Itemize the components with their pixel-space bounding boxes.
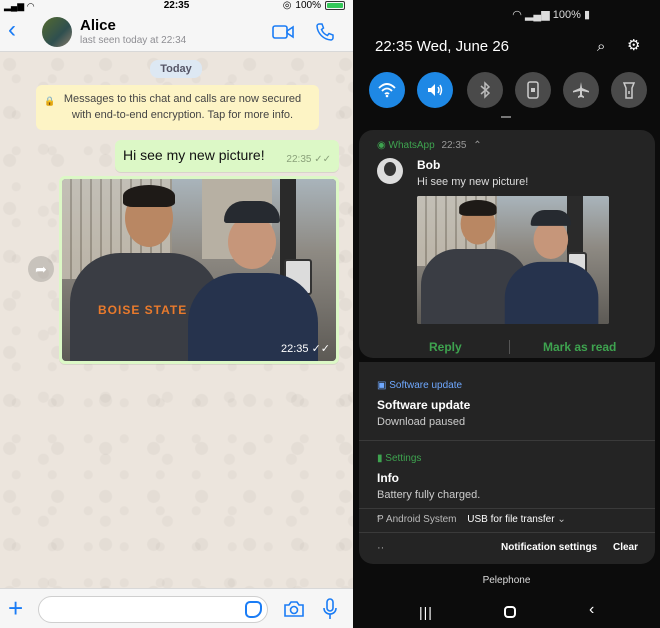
clear-button[interactable]: Clear [613,542,638,553]
chat-header: ‹ Alice last seen today at 22:34 [0,12,353,52]
mark-as-read-button[interactable]: Mark as read [543,340,616,354]
notification-app-name: WhatsApp [388,140,435,151]
settings-app: Settings [385,453,422,464]
software-update-app-row: ▣ Software update [377,380,462,391]
notification-group: ▣ Software update Software update Downlo… [359,362,655,564]
sender-avatar [377,158,403,184]
android-status-bar: ◠ ▂▄▆ 100% ▮ [353,8,660,21]
shirt-logo-text: BOISE STATE [98,303,188,317]
photo-meta: 22:35 ✓✓ [281,342,330,355]
android-system-notification[interactable]: Ᵽ Android System USB for file transfer ⌄ [377,514,566,525]
photo-time: 22:35 [280,343,309,355]
carrier-label: Pelephone [482,575,531,586]
contact-avatar[interactable] [42,17,72,47]
actions-divider [509,340,510,354]
bluetooth-icon [480,81,491,99]
ios-status-bar: ▂▄▆ ◠ 22:35 ◎ 100% [0,0,353,12]
flashlight-icon [622,82,636,99]
android-battery-label: 100% [552,9,581,21]
search-icon[interactable]: ⌕ [597,38,605,55]
notification-photo-image [417,196,609,324]
ios-whatsapp-chat: ▂▄▆ ◠ 22:35 ◎ 100% ‹ Alice last seen tod… [0,0,353,628]
notification-divider [359,440,655,441]
chevron-up-icon[interactable]: ⌃ [473,140,481,151]
more-dots: ·· [377,542,385,554]
forward-icon[interactable]: ➦ [28,256,54,282]
shade-handle[interactable] [501,116,511,118]
notification-app-row: ◉ WhatsApp 22:35 ⌃ [377,140,482,151]
message-meta: 22:35 ✓✓ [286,154,331,165]
message-input[interactable] [38,596,268,623]
lock-icon: 🔒 [44,96,56,106]
notification-settings-button[interactable]: Notification settings [501,542,597,553]
recents-icon[interactable]: ||| [419,604,433,620]
double-check-icon: ✓✓ [314,154,331,165]
whatsapp-notification[interactable]: ◉ WhatsApp 22:35 ⌃ Bob Hi see my new pic… [359,130,655,358]
compose-bar: + [0,588,353,628]
shared-photo[interactable]: BOISE STATE 22:35 ✓✓ [62,179,336,361]
encryption-notice-text: Messages to this chat and calls are now … [63,93,302,121]
chevron-down-icon[interactable]: ⌄ [557,514,565,525]
bluetooth-toggle[interactable] [467,72,503,108]
airplane-toggle[interactable] [563,72,599,108]
shade-clock-date: 22:35 Wed, June 26 [375,38,509,55]
phone-call-icon[interactable] [315,22,335,42]
message-time: 22:35 [286,154,312,165]
home-icon[interactable] [504,606,516,618]
battery-icon: ▮ [377,453,383,464]
screenshot-root: ▂▄▆ ◠ 22:35 ◎ 100% ‹ Alice last seen tod… [0,0,660,628]
settings-app-row: ▮ Settings [377,453,421,464]
sound-toggle[interactable] [417,72,453,108]
airplane-icon [573,82,589,98]
outgoing-text-message[interactable]: Hi see my new picture! 22:35 ✓✓ [115,140,339,172]
software-update-title[interactable]: Software update [377,398,470,412]
notification-time: 22:35 [441,140,467,151]
battery-icon [325,1,345,10]
gear-icon[interactable]: ⚙ [627,36,640,54]
flashlight-toggle[interactable] [611,72,647,108]
message-text: Hi see my new picture! [123,147,265,163]
portrait-lock-toggle[interactable] [515,72,551,108]
contact-name[interactable]: Alice [80,17,116,34]
software-update-icon: ▣ [377,380,387,391]
portrait-lock-icon [527,81,539,99]
battery-icon: ▮ [583,9,590,21]
wifi-signal-icon: ◠ ▂▄▆ [512,9,550,21]
date-divider: Today [150,60,202,78]
notification-text: Hi see my new picture! [417,176,529,188]
double-check-icon: ✓✓ [311,343,330,355]
usb-icon: Ᵽ [377,514,384,525]
back-chevron-icon[interactable]: ‹ [8,18,16,42]
notification-photo[interactable] [417,196,609,324]
shade-date: Wed, June 26 [416,38,510,55]
last-seen-status: last seen today at 22:34 [80,35,187,46]
wifi-toggle[interactable] [369,72,405,108]
ios-battery-label: 100% [295,0,321,11]
camera-icon[interactable] [283,599,305,619]
android-notification-shade: ◠ ▂▄▆ 100% ▮ 22:35 Wed, June 26 ⌕ ⚙ ◉ Wh… [353,0,660,628]
whatsapp-icon: ◉ [377,140,386,151]
software-update-app: Software update [389,380,463,391]
outgoing-photo-message[interactable]: BOISE STATE 22:35 ✓✓ [59,176,339,364]
shade-clock: 22:35 [375,38,413,55]
android-nav-bar: ||| ‹ [353,600,660,628]
wifi-icon [378,83,396,98]
ios-status-right: ◎ 100% [283,0,345,11]
back-icon[interactable]: ‹ [589,601,594,619]
notification-divider [359,508,655,509]
speaker-icon [428,84,443,96]
settings-sub: Battery fully charged. [377,489,481,501]
attach-plus-icon[interactable]: + [8,593,23,623]
android-system-text: USB for file transfer [467,514,555,525]
encryption-notice[interactable]: 🔒 Messages to this chat and calls are no… [36,85,319,130]
notification-sender: Bob [417,158,441,172]
location-icon: ◎ [282,0,292,11]
reply-button[interactable]: Reply [429,340,462,354]
microphone-icon[interactable] [322,598,338,620]
software-update-sub: Download paused [377,416,466,428]
android-system-app: Android System [385,514,457,525]
video-call-icon[interactable] [272,24,294,40]
notification-divider [359,532,655,533]
settings-title[interactable]: Info [377,471,399,485]
